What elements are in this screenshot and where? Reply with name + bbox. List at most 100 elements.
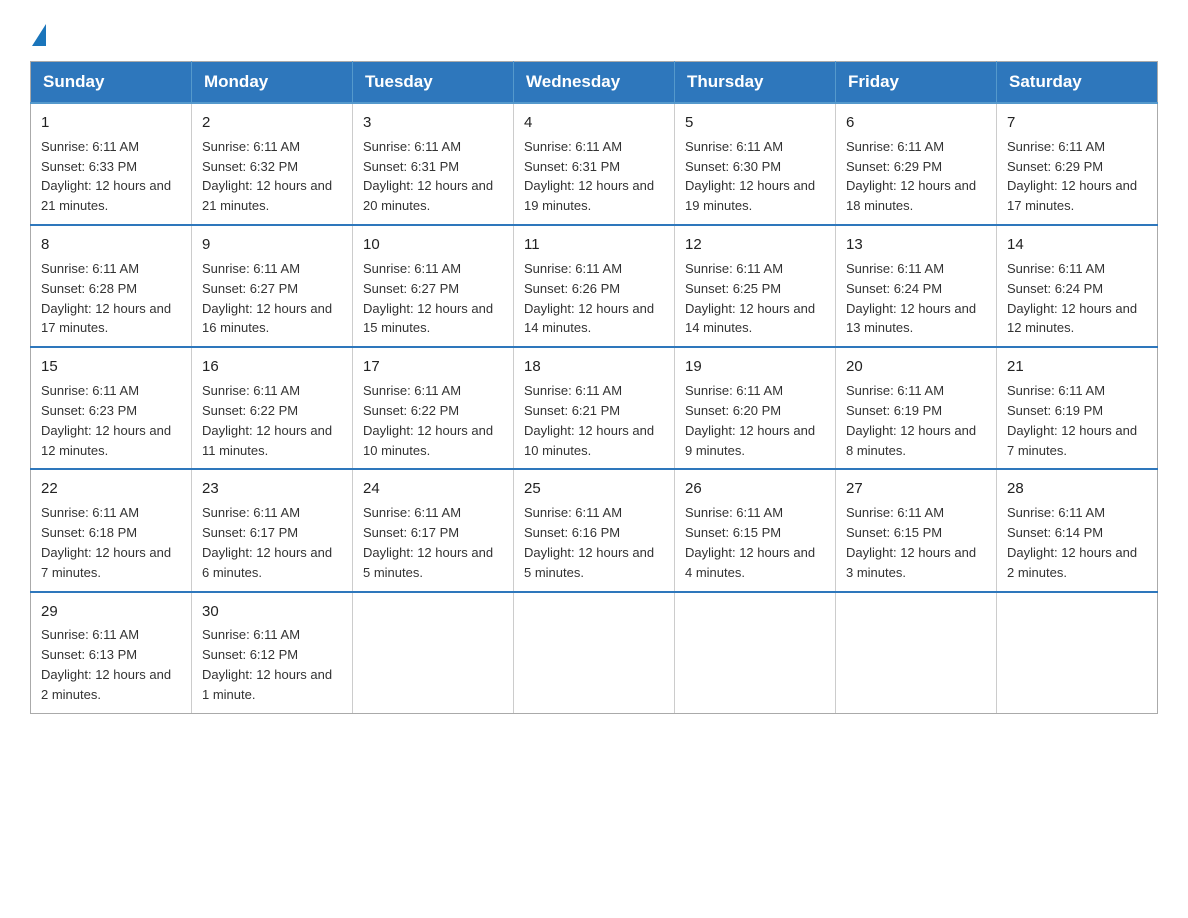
day-number: 4 — [524, 112, 664, 134]
day-number: 15 — [41, 356, 181, 378]
calendar-cell: 15Sunrise: 6:11 AMSunset: 6:23 PMDayligh… — [31, 347, 192, 469]
calendar-cell: 2 Sunrise: 6:11 AMSunset: 6:32 PMDaylight… — [192, 103, 353, 225]
day-info: Sunrise: 6:11 AMSunset: 6:31 PMDaylight:… — [363, 139, 493, 214]
calendar-cell — [353, 592, 514, 714]
day-info: Sunrise: 6:11 AMSunset: 6:24 PMDaylight:… — [846, 261, 976, 336]
day-info: Sunrise: 6:11 AMSunset: 6:16 PMDaylight:… — [524, 505, 654, 580]
day-info: Sunrise: 6:11 AMSunset: 6:25 PMDaylight:… — [685, 261, 815, 336]
calendar-cell: 6 Sunrise: 6:11 AMSunset: 6:29 PMDaylight… — [836, 103, 997, 225]
day-number: 10 — [363, 234, 503, 256]
calendar-header-thursday: Thursday — [675, 62, 836, 104]
day-info: Sunrise: 6:11 AMSunset: 6:18 PMDaylight:… — [41, 505, 171, 580]
day-number: 22 — [41, 478, 181, 500]
calendar-cell — [836, 592, 997, 714]
calendar-cell: 18 Sunrise: 6:11 AMSunset: 6:21 PMDayligh… — [514, 347, 675, 469]
day-number: 19 — [685, 356, 825, 378]
day-number: 9 — [202, 234, 342, 256]
calendar-week-row: 1Sunrise: 6:11 AMSunset: 6:33 PMDaylight… — [31, 103, 1158, 225]
day-number: 13 — [846, 234, 986, 256]
calendar-header-sunday: Sunday — [31, 62, 192, 104]
day-number: 25 — [524, 478, 664, 500]
day-info: Sunrise: 6:11 AMSunset: 6:27 PMDaylight:… — [363, 261, 493, 336]
day-info: Sunrise: 6:11 AMSunset: 6:29 PMDaylight:… — [846, 139, 976, 214]
day-number: 24 — [363, 478, 503, 500]
day-info: Sunrise: 6:11 AMSunset: 6:12 PMDaylight:… — [202, 627, 332, 702]
calendar-cell: 30 Sunrise: 6:11 AMSunset: 6:12 PMDayligh… — [192, 592, 353, 714]
calendar-header-friday: Friday — [836, 62, 997, 104]
day-number: 30 — [202, 601, 342, 623]
day-number: 17 — [363, 356, 503, 378]
day-info: Sunrise: 6:11 AMSunset: 6:26 PMDaylight:… — [524, 261, 654, 336]
day-number: 8 — [41, 234, 181, 256]
calendar-cell: 25 Sunrise: 6:11 AMSunset: 6:16 PMDayligh… — [514, 469, 675, 591]
calendar-cell: 26 Sunrise: 6:11 AMSunset: 6:15 PMDayligh… — [675, 469, 836, 591]
calendar-cell: 11 Sunrise: 6:11 AMSunset: 6:26 PMDayligh… — [514, 225, 675, 347]
day-number: 29 — [41, 601, 181, 623]
day-number: 11 — [524, 234, 664, 256]
calendar-cell — [514, 592, 675, 714]
day-info: Sunrise: 6:11 AMSunset: 6:27 PMDaylight:… — [202, 261, 332, 336]
day-info: Sunrise: 6:11 AMSunset: 6:30 PMDaylight:… — [685, 139, 815, 214]
day-number: 18 — [524, 356, 664, 378]
day-info: Sunrise: 6:11 AMSunset: 6:32 PMDaylight:… — [202, 139, 332, 214]
day-number: 6 — [846, 112, 986, 134]
day-number: 16 — [202, 356, 342, 378]
day-number: 12 — [685, 234, 825, 256]
calendar-cell: 27 Sunrise: 6:11 AMSunset: 6:15 PMDayligh… — [836, 469, 997, 591]
day-number: 28 — [1007, 478, 1147, 500]
day-info: Sunrise: 6:11 AMSunset: 6:13 PMDaylight:… — [41, 627, 171, 702]
day-info: Sunrise: 6:11 AMSunset: 6:24 PMDaylight:… — [1007, 261, 1137, 336]
calendar-cell: 7Sunrise: 6:11 AMSunset: 6:29 PMDaylight… — [997, 103, 1158, 225]
calendar-cell: 17 Sunrise: 6:11 AMSunset: 6:22 PMDayligh… — [353, 347, 514, 469]
day-info: Sunrise: 6:11 AMSunset: 6:17 PMDaylight:… — [363, 505, 493, 580]
calendar-cell: 21 Sunrise: 6:11 AMSunset: 6:19 PMDayligh… — [997, 347, 1158, 469]
calendar-cell: 29 Sunrise: 6:11 AMSunset: 6:13 PMDayligh… — [31, 592, 192, 714]
calendar-header-saturday: Saturday — [997, 62, 1158, 104]
calendar-cell — [675, 592, 836, 714]
calendar-cell: 3 Sunrise: 6:11 AMSunset: 6:31 PMDaylight… — [353, 103, 514, 225]
calendar-cell: 8 Sunrise: 6:11 AMSunset: 6:28 PMDaylight… — [31, 225, 192, 347]
calendar-header-tuesday: Tuesday — [353, 62, 514, 104]
calendar-cell: 1Sunrise: 6:11 AMSunset: 6:33 PMDaylight… — [31, 103, 192, 225]
day-info: Sunrise: 6:11 AMSunset: 6:15 PMDaylight:… — [685, 505, 815, 580]
page-header — [30, 20, 1158, 41]
day-info: Sunrise: 6:11 AMSunset: 6:17 PMDaylight:… — [202, 505, 332, 580]
calendar-cell: 24 Sunrise: 6:11 AMSunset: 6:17 PMDayligh… — [353, 469, 514, 591]
day-info: Sunrise: 6:11 AMSunset: 6:22 PMDaylight:… — [202, 383, 332, 458]
day-number: 5 — [685, 112, 825, 134]
calendar-header-wednesday: Wednesday — [514, 62, 675, 104]
calendar-cell: 5 Sunrise: 6:11 AMSunset: 6:30 PMDaylight… — [675, 103, 836, 225]
day-number: 26 — [685, 478, 825, 500]
day-info: Sunrise: 6:11 AMSunset: 6:21 PMDaylight:… — [524, 383, 654, 458]
day-info: Sunrise: 6:11 AMSunset: 6:22 PMDaylight:… — [363, 383, 493, 458]
day-info: Sunrise: 6:11 AMSunset: 6:20 PMDaylight:… — [685, 383, 815, 458]
calendar-cell: 22 Sunrise: 6:11 AMSunset: 6:18 PMDayligh… — [31, 469, 192, 591]
calendar-cell: 13 Sunrise: 6:11 AMSunset: 6:24 PMDayligh… — [836, 225, 997, 347]
day-number: 14 — [1007, 234, 1147, 256]
day-number: 21 — [1007, 356, 1147, 378]
calendar-cell: 12 Sunrise: 6:11 AMSunset: 6:25 PMDayligh… — [675, 225, 836, 347]
calendar-cell: 10 Sunrise: 6:11 AMSunset: 6:27 PMDayligh… — [353, 225, 514, 347]
day-info: Sunrise: 6:11 AMSunset: 6:19 PMDaylight:… — [846, 383, 976, 458]
day-info: Sunrise: 6:11 AMSunset: 6:29 PMDaylight:… — [1007, 139, 1137, 214]
day-info: Sunrise: 6:11 AMSunset: 6:19 PMDaylight:… — [1007, 383, 1137, 458]
day-info: Sunrise: 6:11 AMSunset: 6:31 PMDaylight:… — [524, 139, 654, 214]
calendar-week-row: 8 Sunrise: 6:11 AMSunset: 6:28 PMDaylight… — [31, 225, 1158, 347]
calendar-week-row: 22 Sunrise: 6:11 AMSunset: 6:18 PMDayligh… — [31, 469, 1158, 591]
calendar-cell — [997, 592, 1158, 714]
day-number: 2 — [202, 112, 342, 134]
day-info: Sunrise: 6:11 AMSunset: 6:14 PMDaylight:… — [1007, 505, 1137, 580]
calendar-cell: 14 Sunrise: 6:11 AMSunset: 6:24 PMDayligh… — [997, 225, 1158, 347]
calendar-week-row: 29 Sunrise: 6:11 AMSunset: 6:13 PMDayligh… — [31, 592, 1158, 714]
day-number: 23 — [202, 478, 342, 500]
day-number: 27 — [846, 478, 986, 500]
day-number: 3 — [363, 112, 503, 134]
calendar-cell: 20Sunrise: 6:11 AMSunset: 6:19 PMDayligh… — [836, 347, 997, 469]
day-info: Sunrise: 6:11 AMSunset: 6:28 PMDaylight:… — [41, 261, 171, 336]
day-info: Sunrise: 6:11 AMSunset: 6:15 PMDaylight:… — [846, 505, 976, 580]
day-info: Sunrise: 6:11 AMSunset: 6:33 PMDaylight:… — [41, 139, 171, 214]
calendar-week-row: 15Sunrise: 6:11 AMSunset: 6:23 PMDayligh… — [31, 347, 1158, 469]
calendar-cell: 19 Sunrise: 6:11 AMSunset: 6:20 PMDayligh… — [675, 347, 836, 469]
calendar-table: SundayMondayTuesdayWednesdayThursdayFrid… — [30, 61, 1158, 714]
logo — [30, 20, 46, 41]
